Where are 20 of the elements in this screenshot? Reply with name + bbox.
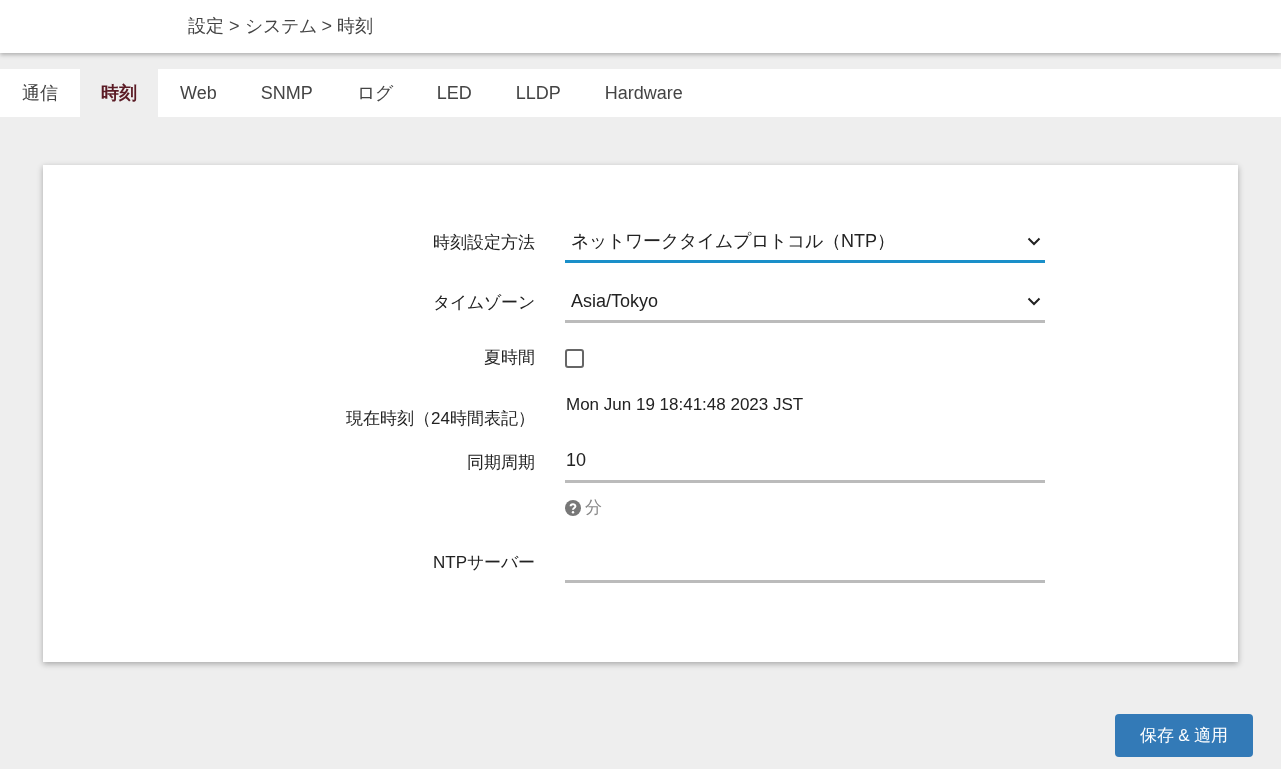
dropdown-field[interactable]: Asia/Tokyo	[565, 283, 1045, 323]
field-label: タイムゾーン	[432, 291, 536, 314]
help-icon	[565, 500, 581, 516]
chevron-down-icon	[1027, 297, 1041, 306]
input-field[interactable]: 10	[565, 441, 1045, 483]
field-label: 同期周期	[466, 451, 536, 474]
field-label: 時刻設定方法	[432, 231, 536, 254]
field-label: 現在時刻（24時間表記）	[345, 407, 536, 430]
breadcrumb: 設定 > システム > 時刻	[188, 15, 374, 38]
dropdown-field[interactable]: ネットワークタイムプロトコル（NTP）	[565, 223, 1045, 263]
checkbox[interactable]	[565, 348, 584, 368]
field-label: NTPサーバー	[432, 551, 536, 574]
tab[interactable]: 時刻	[80, 69, 158, 117]
dropdown-value: Asia/Tokyo	[571, 290, 659, 313]
chevron-down-icon	[1027, 237, 1041, 246]
field-label: 夏時間	[483, 347, 536, 370]
save-apply-button[interactable]: 保存 & 適用	[1115, 714, 1253, 757]
dropdown-value: ネットワークタイムプロトコル（NTP）	[571, 230, 895, 253]
current-time-value: Mon Jun 19 18:41:48 2023 JST	[565, 394, 804, 416]
hint-text: 分	[585, 497, 602, 520]
